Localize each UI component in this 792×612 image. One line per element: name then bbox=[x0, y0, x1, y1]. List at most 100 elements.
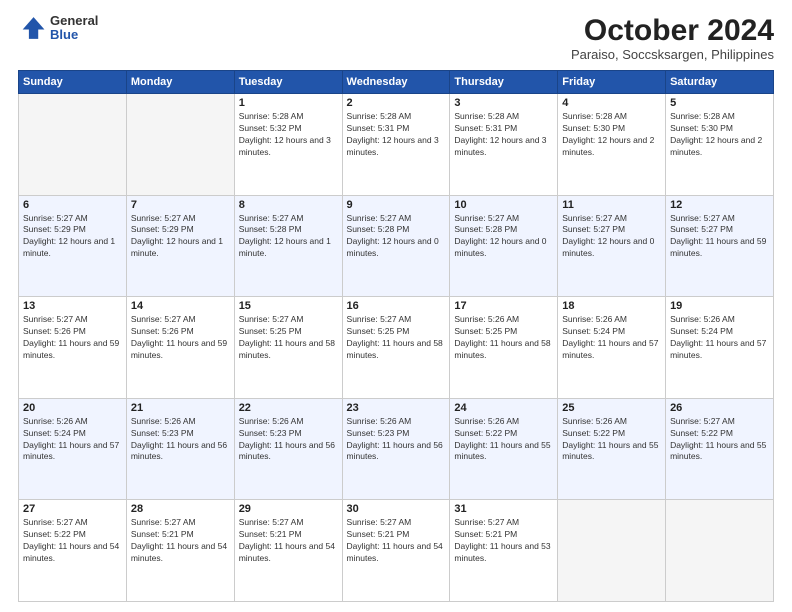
calendar-cell: 14 Sunrise: 5:27 AM Sunset: 5:26 PM Dayli… bbox=[126, 297, 234, 399]
col-wednesday: Wednesday bbox=[342, 71, 450, 94]
day-number: 13 bbox=[23, 300, 122, 312]
day-number: 26 bbox=[670, 402, 769, 414]
calendar-week-row-3: 13 Sunrise: 5:27 AM Sunset: 5:26 PM Dayli… bbox=[19, 297, 774, 399]
day-info: Sunrise: 5:26 AM Sunset: 5:25 PM Dayligh… bbox=[454, 314, 553, 362]
day-info: Sunrise: 5:26 AM Sunset: 5:22 PM Dayligh… bbox=[454, 416, 553, 464]
calendar-table: Sunday Monday Tuesday Wednesday Thursday… bbox=[18, 70, 774, 602]
calendar-cell: 29Sunrise: 5:27 AM Sunset: 5:21 PM Dayli… bbox=[234, 500, 342, 602]
day-info: Sunrise: 5:27 AM Sunset: 5:27 PM Dayligh… bbox=[562, 213, 661, 261]
day-number: 8 bbox=[239, 199, 338, 211]
calendar-cell: 21Sunrise: 5:26 AM Sunset: 5:23 PM Dayli… bbox=[126, 398, 234, 500]
logo-text: General Blue bbox=[50, 14, 98, 43]
calendar-cell: 31 Sunrise: 5:27 AM Sunset: 5:21 PM Dayli… bbox=[450, 500, 558, 602]
logo-blue: Blue bbox=[50, 28, 98, 42]
calendar-cell: 9 Sunrise: 5:27 AM Sunset: 5:28 PM Daylig… bbox=[342, 195, 450, 297]
calendar-cell: 3Sunrise: 5:28 AM Sunset: 5:31 PM Daylig… bbox=[450, 94, 558, 196]
day-info: Sunrise: 5:27 AM Sunset: 5:26 PM Dayligh… bbox=[131, 314, 230, 362]
calendar-cell: 12 Sunrise: 5:27 AM Sunset: 5:27 PM Dayli… bbox=[666, 195, 774, 297]
day-number: 19 bbox=[670, 300, 769, 312]
day-info: Sunrise: 5:28 AM Sunset: 5:31 PM Dayligh… bbox=[347, 111, 446, 159]
calendar-cell bbox=[558, 500, 666, 602]
calendar-cell: 2 Sunrise: 5:28 AM Sunset: 5:31 PM Daylig… bbox=[342, 94, 450, 196]
day-info: Sunrise: 5:27 AM Sunset: 5:21 PM Dayligh… bbox=[131, 517, 230, 565]
day-number: 29 bbox=[239, 503, 338, 515]
day-number: 24 bbox=[454, 402, 553, 414]
col-saturday: Saturday bbox=[666, 71, 774, 94]
logo: General Blue bbox=[18, 14, 98, 43]
day-info: Sunrise: 5:28 AM Sunset: 5:32 PM Dayligh… bbox=[239, 111, 338, 159]
calendar-cell: 28Sunrise: 5:27 AM Sunset: 5:21 PM Dayli… bbox=[126, 500, 234, 602]
day-info: Sunrise: 5:27 AM Sunset: 5:21 PM Dayligh… bbox=[454, 517, 553, 565]
day-info: Sunrise: 5:27 AM Sunset: 5:29 PM Dayligh… bbox=[131, 213, 230, 261]
calendar-cell: 7Sunrise: 5:27 AM Sunset: 5:29 PM Daylig… bbox=[126, 195, 234, 297]
calendar-week-row-1: 1 Sunrise: 5:28 AM Sunset: 5:32 PM Daylig… bbox=[19, 94, 774, 196]
title-block: October 2024 Paraiso, Soccsksargen, Phil… bbox=[571, 14, 774, 62]
day-number: 31 bbox=[454, 503, 553, 515]
calendar-cell: 18 Sunrise: 5:26 AM Sunset: 5:24 PM Dayli… bbox=[558, 297, 666, 399]
calendar-cell: 6Sunrise: 5:27 AM Sunset: 5:29 PM Daylig… bbox=[19, 195, 127, 297]
calendar-cell: 10 Sunrise: 5:27 AM Sunset: 5:28 PM Dayli… bbox=[450, 195, 558, 297]
day-number: 16 bbox=[347, 300, 446, 312]
day-number: 10 bbox=[454, 199, 553, 211]
day-info: Sunrise: 5:26 AM Sunset: 5:24 PM Dayligh… bbox=[670, 314, 769, 362]
calendar-cell: 4 Sunrise: 5:28 AM Sunset: 5:30 PM Daylig… bbox=[558, 94, 666, 196]
day-info: Sunrise: 5:27 AM Sunset: 5:28 PM Dayligh… bbox=[347, 213, 446, 261]
day-info: Sunrise: 5:26 AM Sunset: 5:24 PM Dayligh… bbox=[562, 314, 661, 362]
calendar-cell bbox=[19, 94, 127, 196]
day-number: 20 bbox=[23, 402, 122, 414]
calendar-cell: 13 Sunrise: 5:27 AM Sunset: 5:26 PM Dayli… bbox=[19, 297, 127, 399]
day-number: 6 bbox=[23, 199, 122, 211]
day-info: Sunrise: 5:28 AM Sunset: 5:31 PM Dayligh… bbox=[454, 111, 553, 159]
col-friday: Friday bbox=[558, 71, 666, 94]
calendar-header-row: Sunday Monday Tuesday Wednesday Thursday… bbox=[19, 71, 774, 94]
day-number: 5 bbox=[670, 97, 769, 109]
calendar-week-row-2: 6 Sunrise: 5:27 AM Sunset: 5:29 PM Daylig… bbox=[19, 195, 774, 297]
day-info: Sunrise: 5:27 AM Sunset: 5:27 PM Dayligh… bbox=[670, 213, 769, 261]
calendar-cell: 30 Sunrise: 5:27 AM Sunset: 5:21 PM Dayli… bbox=[342, 500, 450, 602]
day-info: Sunrise: 5:27 AM Sunset: 5:25 PM Dayligh… bbox=[347, 314, 446, 362]
day-number: 30 bbox=[347, 503, 446, 515]
calendar-cell: 1 Sunrise: 5:28 AM Sunset: 5:32 PM Daylig… bbox=[234, 94, 342, 196]
day-number: 27 bbox=[23, 503, 122, 515]
day-info: Sunrise: 5:26 AM Sunset: 5:23 PM Dayligh… bbox=[347, 416, 446, 464]
calendar-cell: 22 Sunrise: 5:26 AM Sunset: 5:23 PM Dayli… bbox=[234, 398, 342, 500]
day-number: 9 bbox=[347, 199, 446, 211]
day-number: 17 bbox=[454, 300, 553, 312]
col-thursday: Thursday bbox=[450, 71, 558, 94]
calendar-week-row-5: 27 Sunrise: 5:27 AM Sunset: 5:22 PM Dayli… bbox=[19, 500, 774, 602]
day-number: 1 bbox=[239, 97, 338, 109]
calendar-cell: 23Sunrise: 5:26 AM Sunset: 5:23 PM Dayli… bbox=[342, 398, 450, 500]
logo-general: General bbox=[50, 14, 98, 28]
col-tuesday: Tuesday bbox=[234, 71, 342, 94]
day-info: Sunrise: 5:27 AM Sunset: 5:25 PM Dayligh… bbox=[239, 314, 338, 362]
col-sunday: Sunday bbox=[19, 71, 127, 94]
day-number: 12 bbox=[670, 199, 769, 211]
day-info: Sunrise: 5:27 AM Sunset: 5:21 PM Dayligh… bbox=[347, 517, 446, 565]
day-info: Sunrise: 5:26 AM Sunset: 5:22 PM Dayligh… bbox=[562, 416, 661, 464]
day-info: Sunrise: 5:27 AM Sunset: 5:28 PM Dayligh… bbox=[454, 213, 553, 261]
calendar-cell: 11 Sunrise: 5:27 AM Sunset: 5:27 PM Dayli… bbox=[558, 195, 666, 297]
day-number: 2 bbox=[347, 97, 446, 109]
calendar-week-row-4: 20Sunrise: 5:26 AM Sunset: 5:24 PM Dayli… bbox=[19, 398, 774, 500]
col-monday: Monday bbox=[126, 71, 234, 94]
calendar-cell bbox=[666, 500, 774, 602]
page-header: General Blue October 2024 Paraiso, Soccs… bbox=[18, 14, 774, 62]
calendar-cell: 17 Sunrise: 5:26 AM Sunset: 5:25 PM Dayli… bbox=[450, 297, 558, 399]
calendar-cell: 24 Sunrise: 5:26 AM Sunset: 5:22 PM Dayli… bbox=[450, 398, 558, 500]
day-info: Sunrise: 5:26 AM Sunset: 5:23 PM Dayligh… bbox=[239, 416, 338, 464]
day-info: Sunrise: 5:28 AM Sunset: 5:30 PM Dayligh… bbox=[562, 111, 661, 159]
day-info: Sunrise: 5:26 AM Sunset: 5:23 PM Dayligh… bbox=[131, 416, 230, 464]
day-number: 14 bbox=[131, 300, 230, 312]
day-number: 11 bbox=[562, 199, 661, 211]
day-number: 22 bbox=[239, 402, 338, 414]
day-info: Sunrise: 5:27 AM Sunset: 5:26 PM Dayligh… bbox=[23, 314, 122, 362]
day-number: 4 bbox=[562, 97, 661, 109]
location-subtitle: Paraiso, Soccsksargen, Philippines bbox=[571, 47, 774, 62]
day-number: 18 bbox=[562, 300, 661, 312]
calendar-cell: 8Sunrise: 5:27 AM Sunset: 5:28 PM Daylig… bbox=[234, 195, 342, 297]
calendar-cell: 20Sunrise: 5:26 AM Sunset: 5:24 PM Dayli… bbox=[19, 398, 127, 500]
calendar-cell: 25Sunrise: 5:26 AM Sunset: 5:22 PM Dayli… bbox=[558, 398, 666, 500]
day-number: 15 bbox=[239, 300, 338, 312]
calendar-cell: 19 Sunrise: 5:26 AM Sunset: 5:24 PM Dayli… bbox=[666, 297, 774, 399]
day-info: Sunrise: 5:27 AM Sunset: 5:22 PM Dayligh… bbox=[23, 517, 122, 565]
